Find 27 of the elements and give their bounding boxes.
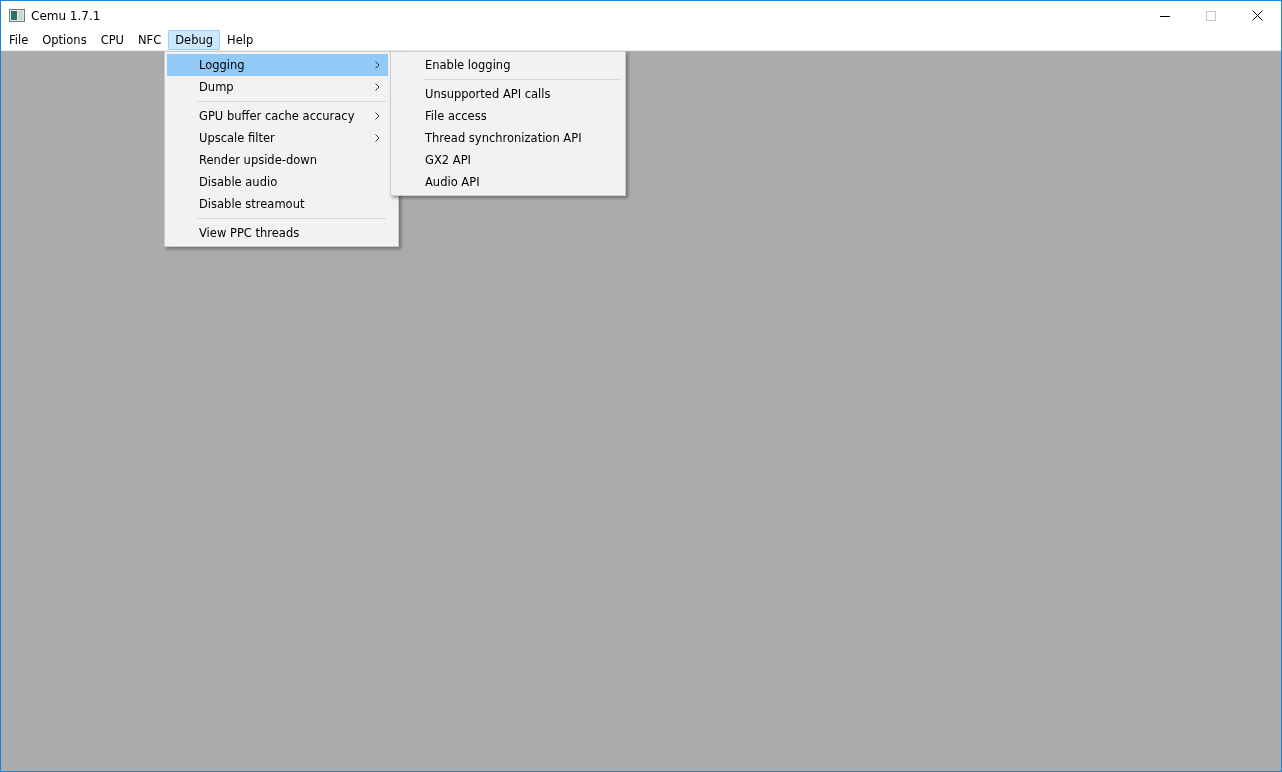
- close-icon[interactable]: [1252, 10, 1263, 21]
- menu-bar-item[interactable]: Help: [220, 30, 261, 50]
- chevron-right-icon: [375, 83, 380, 91]
- menu-item[interactable]: Enable logging: [393, 54, 623, 76]
- menu-item[interactable]: Disable audio: [167, 171, 388, 193]
- chevron-right-icon: [375, 134, 380, 142]
- menu-item[interactable]: View PPC threads: [167, 222, 388, 244]
- menu-item[interactable]: Disable streamout: [167, 193, 388, 215]
- menu-item[interactable]: Logging: [167, 54, 388, 76]
- window-title: Cemu 1.7.1: [31, 8, 101, 23]
- menu-bar-item[interactable]: Options: [35, 30, 94, 50]
- chevron-right-icon: [375, 112, 380, 120]
- menu-item[interactable]: GPU buffer cache accuracy: [167, 105, 388, 127]
- menu-item[interactable]: File access: [393, 105, 623, 127]
- menu-item[interactable]: Render upside-down: [167, 149, 388, 171]
- menu-item[interactable]: Upscale filter: [167, 127, 388, 149]
- menu-bar-item[interactable]: NFC: [131, 30, 169, 50]
- menu-item[interactable]: Unsupported API calls: [393, 83, 623, 105]
- menu-bar-item[interactable]: File: [2, 30, 36, 50]
- menu-bar-item[interactable]: Debug: [168, 30, 221, 50]
- chevron-right-icon: [375, 61, 380, 69]
- menu-item[interactable]: Thread synchronization API: [393, 127, 623, 149]
- menu-item[interactable]: Dump: [167, 76, 388, 98]
- menu-bar-item[interactable]: CPU: [93, 30, 131, 50]
- menu-item[interactable]: Audio API: [393, 171, 623, 193]
- app-icon: [9, 9, 25, 22]
- menu-item[interactable]: GX2 API: [393, 149, 623, 171]
